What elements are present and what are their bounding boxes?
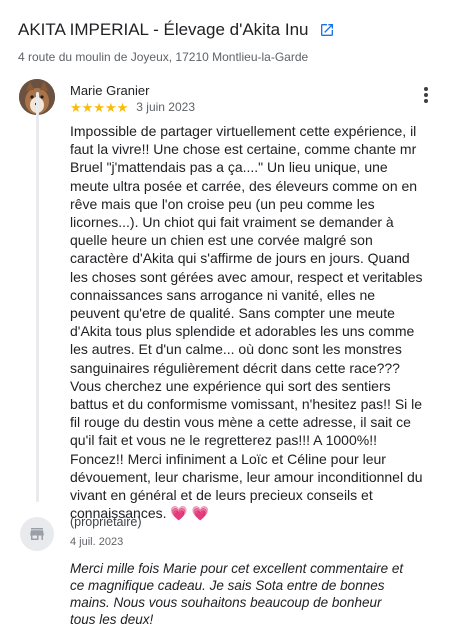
review-text: Impossible de partager virtuellement cet… bbox=[70, 122, 425, 522]
more-options-icon[interactable] bbox=[418, 86, 434, 106]
place-title: AKITA IMPERIAL - Élevage d'Akita Inu bbox=[18, 20, 309, 39]
review-date: 3 juin 2023 bbox=[136, 100, 195, 114]
owner-reply-text: Merci mille fois Marie pour cet excellen… bbox=[70, 561, 404, 627]
star-rating: ★★★★★ bbox=[70, 99, 129, 115]
open-in-new-icon[interactable] bbox=[319, 22, 335, 38]
store-icon bbox=[20, 517, 54, 551]
rating-row: ★★★★★ 3 juin 2023 bbox=[70, 100, 195, 114]
owner-reply-date: 4 juil. 2023 bbox=[70, 536, 124, 548]
review-body: Impossible de partager virtuellement cet… bbox=[70, 123, 423, 522]
place-address: 4 route du moulin de Joyeux, 17210 Montl… bbox=[18, 50, 309, 64]
place-title-row: AKITA IMPERIAL - Élevage d'Akita Inu bbox=[18, 20, 442, 40]
reviewer-name[interactable]: Marie Granier bbox=[70, 83, 149, 98]
owner-label: (propriétaire) bbox=[70, 515, 142, 529]
place-header: AKITA IMPERIAL - Élevage d'Akita Inu 4 r… bbox=[18, 20, 442, 64]
heart-emoji: 💗 💗 bbox=[170, 505, 210, 522]
thread-divider bbox=[36, 92, 39, 502]
